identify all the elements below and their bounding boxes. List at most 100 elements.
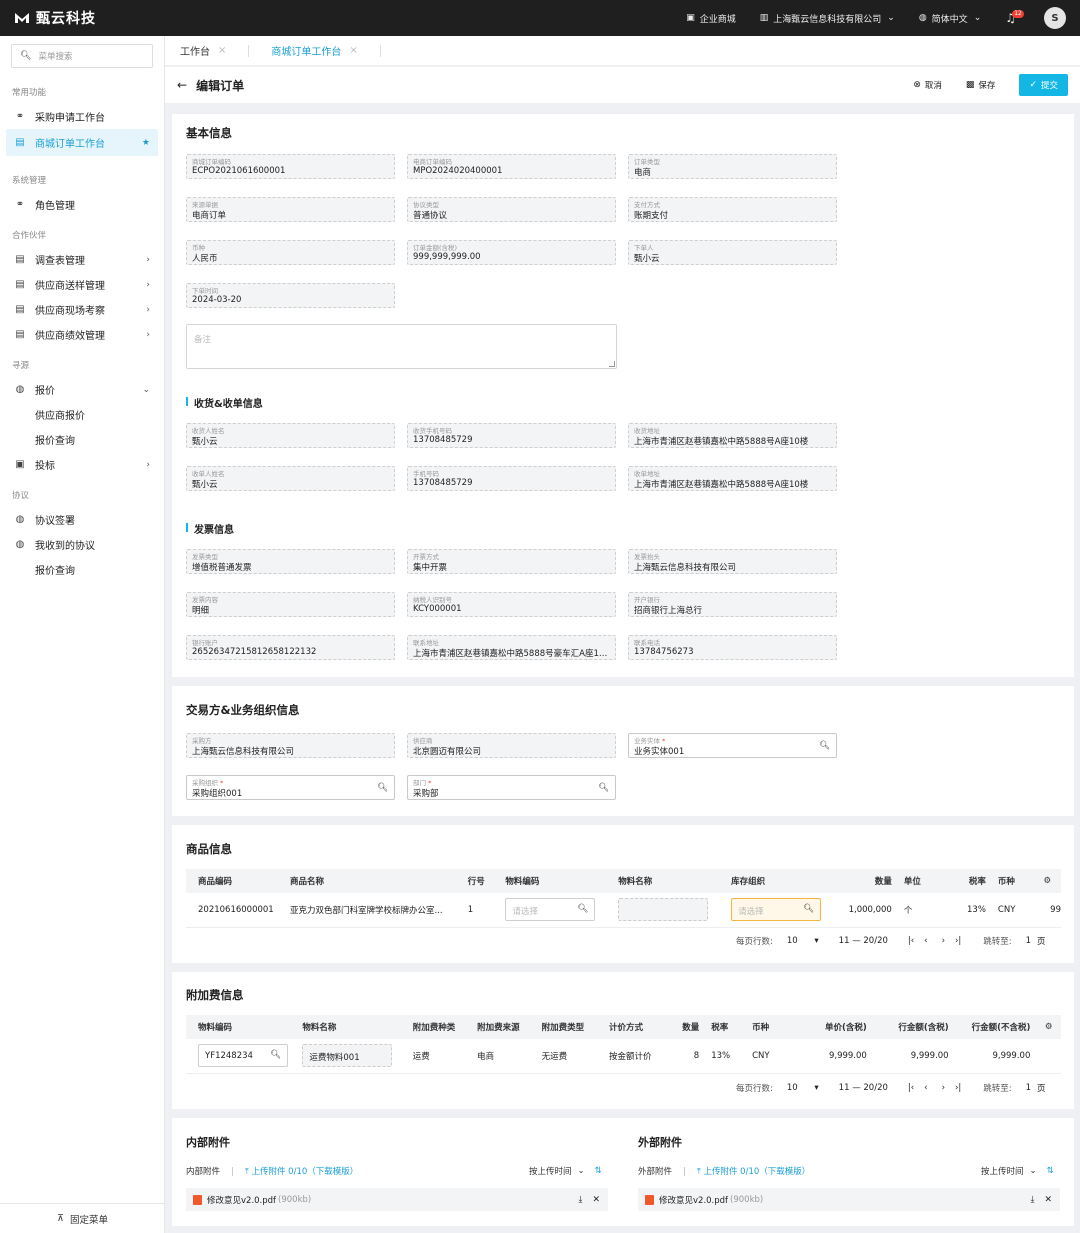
trade-field-2[interactable]: 业务实体 * 业务实体001 🔍︎ <box>628 733 837 758</box>
chevron-right-icon: › <box>146 304 150 315</box>
column-settings-icon[interactable]: ⚙ <box>1033 869 1061 893</box>
external-file-item[interactable]: 修改意见v2.0.pdf (900kb) ⤓ ✕ <box>638 1188 1060 1211</box>
resize-handle-icon[interactable] <box>609 361 615 367</box>
first-page-icon[interactable]: |‹ <box>908 936 914 946</box>
sidebar-item-supplier-perf[interactable]: ▤ 供应商绩效管理 › <box>0 322 164 347</box>
sidebar-item-label: 报价查询 <box>35 566 75 577</box>
field-label-text: 供应商 <box>413 737 433 745</box>
next-page-icon[interactable]: › <box>942 936 945 946</box>
group-system: 系统管理 <box>12 176 47 186</box>
jump-input[interactable]: 1 <box>1026 936 1031 946</box>
prev-page-icon[interactable]: ‹ <box>924 1083 927 1093</box>
fee-material-code-select[interactable]: YF1248234 🔍︎ <box>198 1044 288 1068</box>
sidebar-item-supplier-quote[interactable]: 供应商报价 <box>0 402 164 427</box>
first-page-icon[interactable]: |‹ <box>908 1083 914 1093</box>
trade-field-4[interactable]: 部门 * 采购部 🔍︎ <box>407 775 616 800</box>
close-icon[interactable]: ✕ <box>1044 1195 1052 1205</box>
group-partner: 合作伙伴 <box>12 231 47 241</box>
search-placeholder: 菜单搜索 <box>38 52 73 62</box>
menu-search-input[interactable]: 🔍︎ 菜单搜索 <box>11 44 153 68</box>
company-label: 上海甄云信息科技有限公司 <box>773 14 882 25</box>
sidebar-item-agreement-received[interactable]: ◍ 我收到的协议 <box>0 532 164 557</box>
pin-menu-button[interactable]: ⊼ 固定菜单 <box>0 1203 165 1233</box>
basic-field-9: 下单时间 2024-03-20 <box>186 283 395 308</box>
material-code-select[interactable]: 请选择 🔍︎ <box>505 898 596 922</box>
invoice-field-4: 纳税人识别号 KCY000001 <box>407 592 616 617</box>
company-switcher[interactable]: ▥ 上海甄云信息科技有限公司 ⌄ <box>760 12 895 25</box>
remark-textarea[interactable]: 备注 <box>186 324 617 369</box>
trade-field-3[interactable]: 采购组织 * 采购组织001 🔍︎ <box>186 775 395 800</box>
sidebar-item-role-mgmt[interactable]: ⚭ 角色管理 <box>0 192 164 217</box>
basic-info-card: 基本信息 商城订单编码 ECPO2021061600001 电商订单编码 MPO202… <box>172 114 1074 677</box>
globe-icon: ◍ <box>15 514 25 525</box>
external-sort-select[interactable]: 按上传时间 ⌄ ⇅ <box>981 1165 1054 1177</box>
mall-link[interactable]: ▣ 企业商城 <box>686 12 736 25</box>
sidebar-item-quote[interactable]: ◍ 报价 ⌄ <box>0 377 164 402</box>
search-icon[interactable]: 🔍︎ <box>598 783 609 793</box>
sidebar-item-supplier-sample[interactable]: ▤ 供应商送样管理 › <box>0 272 164 297</box>
field-label: 联系电话 <box>634 637 660 647</box>
section-title-goods: 商品信息 <box>186 842 232 856</box>
attachments-card: 内部附件 内部附件 ⤒ 上传附件 0/10（下载模版） 按上传时间 ⌄ ⇅ 修改意见… <box>172 1118 1074 1226</box>
jump-input[interactable]: 1 <box>1026 1083 1031 1093</box>
avatar[interactable]: S <box>1044 7 1066 29</box>
save-button[interactable]: ▩ 保存 <box>966 79 996 91</box>
field-label: 来源单据 <box>192 199 218 209</box>
external-upload-button[interactable]: ⤒ 上传附件 0/10（下载模版） <box>697 1165 810 1177</box>
notification-button[interactable]: ♫ 12 <box>1005 10 1024 25</box>
internal-file-item[interactable]: 修改意见v2.0.pdf (900kb) ⤓ ✕ <box>186 1188 608 1211</box>
search-icon[interactable]: 🔍︎ <box>819 741 830 751</box>
tab-workbench[interactable]: 工作台 × <box>180 43 226 58</box>
sort-label: 按上传时间 <box>529 1167 572 1177</box>
cancel-button[interactable]: ⊗ 取消 <box>913 79 942 91</box>
cell-currency: CNY <box>991 893 1034 928</box>
field-label-text: 收货手机号码 <box>413 427 452 435</box>
close-icon[interactable]: × <box>218 45 226 56</box>
language-switcher[interactable]: ◍ 简体中文 ⌄ <box>919 12 981 25</box>
sidebar-item-label: 角色管理 <box>35 201 75 212</box>
column-settings-icon[interactable]: ⚙ <box>1036 1015 1061 1039</box>
sidebar-item-survey[interactable]: ▤ 调查表管理 › <box>0 247 164 272</box>
search-icon: 🔍︎ <box>20 51 32 61</box>
fees-pagination: 每页行数: 10 ▾ 11 — 20/20 |‹ ‹ › ›| 跳转至: 1 页 <box>736 1082 1046 1094</box>
field-label: 手机号码 <box>413 468 439 478</box>
last-page-icon[interactable]: ›| <box>955 1083 961 1093</box>
search-icon[interactable]: 🔍︎ <box>377 783 388 793</box>
table-header-row: 物料编码 物料名称 附加费种类 附加费来源 附加费类型 计价方式 数量 税率 币… <box>186 1015 1061 1039</box>
inventory-org-select[interactable]: 请选择 🔍︎ <box>731 898 822 922</box>
next-page-icon[interactable]: › <box>942 1083 945 1093</box>
sidebar-item-mall-order[interactable]: ▤ 商城订单工作台 ★ <box>6 129 158 156</box>
field-value: 999,999,999.00 <box>413 252 481 262</box>
close-icon[interactable]: × <box>349 45 357 56</box>
sidebar-item-bid[interactable]: ▣ 投标 › <box>0 452 164 477</box>
cell-fee-qty: 8 <box>670 1039 706 1074</box>
download-icon[interactable]: ⤓ <box>1030 1195 1034 1205</box>
sidebar-item-agreement-quote-query[interactable]: 报价查询 <box>0 557 164 582</box>
rows-per-page-select[interactable]: 10 ▾ <box>787 1083 819 1093</box>
sidebar-item-supplier-site[interactable]: ▤ 供应商现场考察 › <box>0 297 164 322</box>
sidebar-item-quote-query[interactable]: 报价查询 <box>0 427 164 452</box>
sort-order-icon[interactable]: ⇅ <box>1047 1166 1054 1176</box>
close-icon[interactable]: ✕ <box>592 1195 600 1205</box>
field-value: 上海甄云信息科技有限公司 <box>634 563 737 573</box>
brand-logo[interactable]: 甄云科技 <box>14 8 96 28</box>
col-fee-tax: 税率 <box>705 1015 747 1039</box>
field-label: 发票内容 <box>192 594 218 604</box>
download-icon[interactable]: ⤓ <box>578 1195 582 1205</box>
back-arrow-icon[interactable]: ← <box>177 78 187 92</box>
last-page-icon[interactable]: ›| <box>955 936 961 946</box>
cell-unit: 个 <box>897 893 953 928</box>
sort-order-icon[interactable]: ⇅ <box>595 1166 602 1176</box>
invoice-field-2: 发票抬头 上海甄云信息科技有限公司 <box>628 549 837 574</box>
tab-mall-order[interactable]: 商城订单工作台 × <box>271 43 357 58</box>
internal-sort-select[interactable]: 按上传时间 ⌄ ⇅ <box>529 1165 602 1177</box>
sidebar-item-purchase-req[interactable]: ⚭ 采购申请工作台 <box>0 104 164 129</box>
internal-upload-button[interactable]: ⤒ 上传附件 0/10（下载模版） <box>245 1165 358 1177</box>
rows-per-page-select[interactable]: 10 ▾ <box>787 936 819 946</box>
star-icon[interactable]: ★ <box>142 138 150 148</box>
field-label: 业务实体 * <box>634 735 665 745</box>
prev-page-icon[interactable]: ‹ <box>924 936 927 946</box>
sidebar-item-agreement-sign[interactable]: ◍ 协议签署 <box>0 507 164 532</box>
submit-button[interactable]: ✓ 提交 <box>1019 74 1068 96</box>
pdf-icon <box>193 1194 202 1205</box>
